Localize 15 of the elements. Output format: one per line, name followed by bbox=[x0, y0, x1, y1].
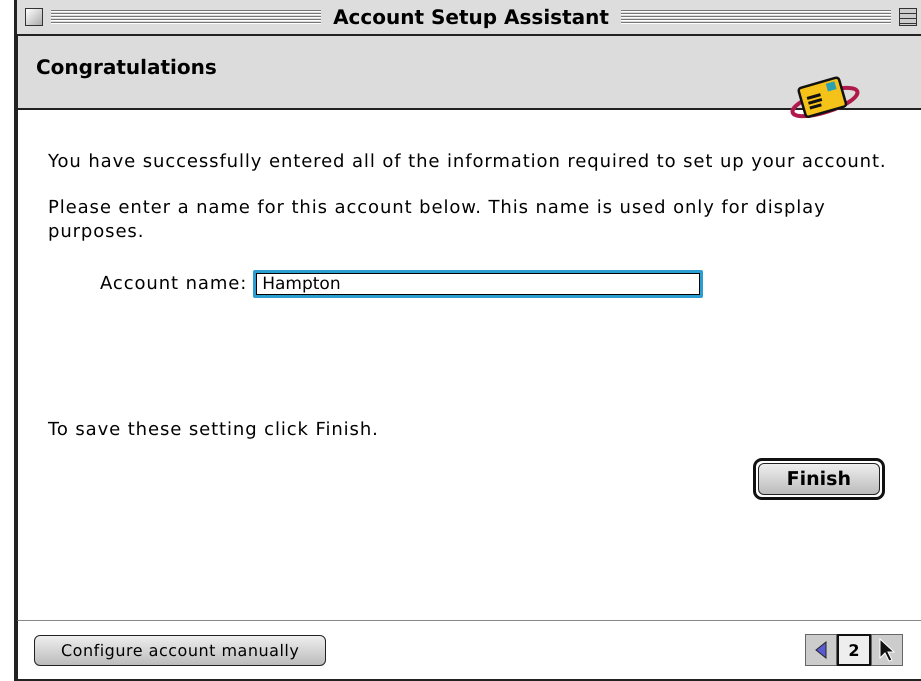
page-heading: Congratulations bbox=[36, 55, 217, 79]
finish-button[interactable]: Finish bbox=[752, 458, 885, 500]
collapse-box[interactable] bbox=[899, 8, 918, 26]
back-arrow-icon bbox=[815, 641, 827, 659]
pointer-icon bbox=[879, 638, 895, 662]
account-name-field[interactable]: Hampton bbox=[253, 270, 704, 298]
save-hint: To save these setting click Finish. bbox=[48, 418, 380, 442]
window-title: Account Setup Assistant bbox=[332, 5, 610, 29]
back-button[interactable] bbox=[805, 634, 837, 666]
page-number: 2 bbox=[837, 634, 871, 666]
instruction-text: You have successfully entered all of the information required to set up your account. bbox=[48, 150, 888, 174]
field-label: Account name: bbox=[100, 272, 248, 296]
instruction-text: Please enter a name for this account below. This name is used only for display purposes. bbox=[48, 196, 827, 244]
configure-manually-button[interactable]: Configure account manually bbox=[34, 634, 326, 666]
close-box[interactable] bbox=[25, 8, 43, 26]
